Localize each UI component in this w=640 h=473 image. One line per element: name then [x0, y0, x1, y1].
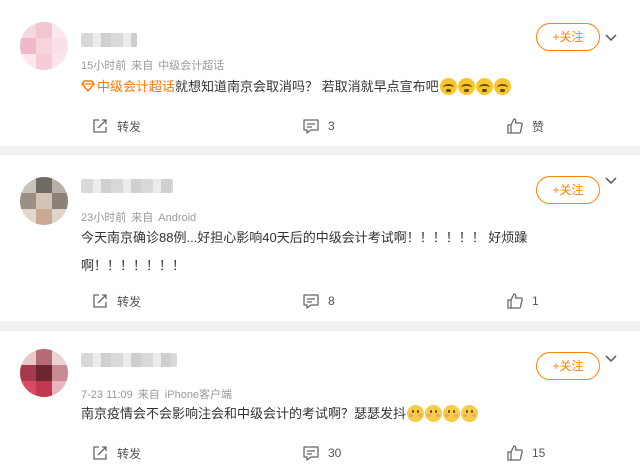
comment-button[interactable]: 30	[302, 441, 341, 465]
username[interactable]	[81, 33, 137, 47]
diamond-icon	[81, 80, 95, 92]
thumbs-up-icon	[507, 445, 523, 461]
username[interactable]	[81, 179, 173, 193]
post-source[interactable]: iPhone客户端	[165, 389, 232, 401]
shy-emoji	[461, 405, 479, 422]
post-source[interactable]: Android	[158, 212, 196, 224]
shy-emoji	[407, 405, 425, 422]
shy-emoji	[443, 405, 461, 422]
repost-label: 转发	[117, 119, 142, 134]
comment-icon	[303, 294, 319, 309]
topic-link[interactable]: 中级会计超话	[81, 79, 175, 94]
cry-emoji	[457, 78, 475, 95]
source-prefix: 来自	[131, 212, 154, 224]
comment-icon	[303, 119, 319, 134]
comment-button[interactable]: 8	[302, 289, 335, 313]
repost-icon	[93, 446, 107, 460]
comment-button[interactable]: 3	[302, 114, 335, 138]
follow-button[interactable]: +关注	[536, 352, 600, 380]
post-body-line: 今天南京确诊88例...好担心影响40天后的中级会计考试啊！！！！！！ 好烦躁	[81, 230, 528, 245]
repost-button[interactable]: 转发	[91, 441, 141, 465]
repost-icon	[93, 119, 107, 133]
like-label: 赞	[532, 119, 545, 134]
cry-emoji	[439, 78, 457, 95]
post-meta: 7-23 11:09 来自 iPhone客户端	[81, 386, 237, 402]
comment-count: 3	[328, 119, 335, 133]
post-actions: 转发 8 1	[0, 289, 640, 313]
shy-emoji	[425, 405, 443, 422]
post-card: 7-23 11:09 来自 iPhone客户端 南京疫情会不会影响注会和中级会计的考…	[0, 331, 640, 473]
repost-icon	[93, 294, 107, 308]
comment-count: 30	[328, 446, 342, 460]
chevron-down-icon[interactable]	[604, 352, 618, 366]
thumbs-up-icon	[507, 293, 523, 309]
cry-emoji	[493, 78, 511, 95]
chevron-down-icon[interactable]	[604, 31, 618, 45]
post-text: 南京疫情会不会影响注会和中级会计的考试啊？瑟瑟发抖	[81, 402, 551, 426]
comment-count: 8	[328, 294, 335, 308]
avatar[interactable]	[20, 177, 68, 225]
post-meta: 15小时前 来自 中级会计超话	[81, 57, 229, 73]
repost-button[interactable]: 转发	[91, 289, 141, 313]
post-body: 南京疫情会不会影响注会和中级会计的考试啊？瑟瑟发抖	[81, 406, 407, 421]
follow-button[interactable]: +关注	[536, 23, 600, 51]
thumbs-up-icon	[507, 118, 523, 134]
repost-button[interactable]: 转发	[91, 114, 141, 138]
post-body-line: 啊！！！！！！！	[81, 258, 186, 273]
cry-emoji	[475, 78, 493, 95]
like-button[interactable]: 赞	[506, 114, 544, 138]
avatar[interactable]	[20, 349, 68, 397]
post-time[interactable]: 15小时前	[81, 60, 126, 72]
post-text: 中级会计超话就想知道南京会取消吗？ 若取消就早点宣布吧	[81, 75, 551, 99]
repost-label: 转发	[117, 446, 142, 461]
post-time[interactable]: 23小时前	[81, 212, 126, 224]
post-body: 就想知道南京会取消吗？ 若取消就早点宣布吧	[175, 79, 439, 94]
post-actions: 转发 30 15	[0, 441, 640, 465]
post-card: 23小时前 来自 Android 今天南京确诊88例...好担心影响40天后的中级会…	[0, 155, 640, 321]
post-text: 今天南京确诊88例...好担心影响40天后的中级会计考试啊！！！！！！ 好烦躁 …	[81, 226, 551, 278]
repost-label: 转发	[117, 294, 142, 309]
comment-icon	[303, 446, 319, 461]
post-time[interactable]: 7-23 11:09	[81, 389, 133, 401]
username[interactable]	[81, 353, 177, 367]
like-count: 1	[532, 294, 539, 308]
like-button[interactable]: 15	[506, 441, 545, 465]
chevron-down-icon[interactable]	[604, 174, 618, 188]
source-prefix: 来自	[137, 389, 160, 401]
topic-label: 中级会计超话	[97, 79, 176, 94]
post-actions: 转发 3 赞	[0, 114, 640, 138]
source-prefix: 来自	[131, 60, 154, 72]
post-meta: 23小时前 来自 Android	[81, 209, 201, 225]
like-count: 15	[532, 446, 546, 460]
follow-button[interactable]: +关注	[536, 176, 600, 204]
like-button[interactable]: 1	[506, 289, 539, 313]
post-card: 15小时前 来自 中级会计超话 中级会计超话就想知道南京会取消吗？ 若取消就早点宣布…	[0, 0, 640, 146]
post-source[interactable]: 中级会计超话	[158, 60, 224, 72]
avatar[interactable]	[20, 22, 68, 70]
